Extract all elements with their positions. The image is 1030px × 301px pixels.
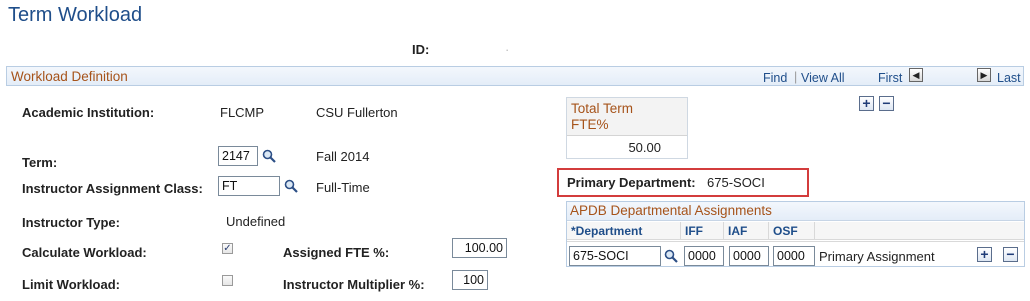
page-title: Term Workload <box>8 4 143 26</box>
instructor-multiplier-label: Instructor Multiplier %: <box>283 277 425 292</box>
table-row: Primary Assignment + − <box>567 241 1024 267</box>
department-lookup-icon[interactable] <box>664 249 678 263</box>
column-header-department: *Department <box>567 222 681 240</box>
calculate-workload-label: Calculate Workload: <box>22 245 147 260</box>
department-input[interactable] <box>569 246 661 266</box>
instructor-type-value: Undefined <box>226 214 286 229</box>
instructor-multiplier-input[interactable] <box>452 270 488 290</box>
view-all-link[interactable]: View All <box>801 71 845 85</box>
calculate-workload-checkbox[interactable]: ✓ <box>222 243 233 254</box>
term-label: Term: <box>22 155 58 170</box>
fte-title: Total Term FTE% <box>571 101 634 132</box>
primary-department-value: 675-SOCI <box>707 175 765 190</box>
assignment-class-label: Instructor Assignment Class: <box>22 181 203 196</box>
fte-value: 50.00 <box>628 140 661 155</box>
limit-workload-label: Limit Workload: <box>22 277 120 292</box>
term-input[interactable] <box>218 146 258 166</box>
column-header-iff: IFF <box>681 222 724 240</box>
id-label: ID: <box>412 42 430 57</box>
instructor-type-label: Instructor Type: <box>22 215 120 230</box>
apdb-grid: APDB Departmental Assignments *Departmen… <box>566 201 1025 267</box>
id-value: · <box>505 42 510 57</box>
add-row-button[interactable]: + <box>859 96 874 111</box>
prev-icon[interactable]: ◀ <box>909 68 923 82</box>
workload-definition-bar: Workload Definition Find | View All Firs… <box>6 66 1024 86</box>
term-lookup-icon[interactable] <box>262 149 276 163</box>
assigned-fte-input[interactable] <box>452 238 507 258</box>
remove-row-button[interactable]: − <box>1003 247 1018 262</box>
first-link[interactable]: First <box>878 71 902 85</box>
fte-header: Total Term FTE% <box>567 98 687 136</box>
assignment-desc: Primary Assignment <box>819 249 935 264</box>
apdb-title: APDB Departmental Assignments <box>570 203 772 218</box>
assignment-class-input[interactable] <box>218 176 280 196</box>
osf-input[interactable] <box>773 246 815 266</box>
column-header-iaf: IAF <box>724 222 769 240</box>
iff-input[interactable] <box>684 246 724 266</box>
remove-row-button[interactable]: − <box>879 96 894 111</box>
term-desc: Fall 2014 <box>316 149 370 164</box>
iaf-input[interactable] <box>729 246 769 266</box>
assigned-fte-label: Assigned FTE %: <box>283 245 390 260</box>
academic-institution-label: Academic Institution: <box>22 105 155 120</box>
limit-workload-checkbox[interactable] <box>222 275 233 286</box>
primary-department-highlight: Primary Department: 675-SOCI <box>557 168 809 197</box>
find-link[interactable]: Find <box>763 71 787 85</box>
assignment-class-desc: Full-Time <box>316 180 370 195</box>
academic-institution-desc: CSU Fullerton <box>316 105 398 120</box>
separator: | <box>794 70 798 84</box>
column-header-blank <box>815 222 1024 240</box>
academic-institution-code: FLCMP <box>220 105 265 120</box>
next-icon[interactable]: ▶ <box>977 68 991 82</box>
add-row-button[interactable]: + <box>977 247 992 262</box>
total-term-fte-box: Total Term FTE% 50.00 <box>566 97 688 159</box>
section-title: Workload Definition <box>11 69 128 84</box>
assignment-class-lookup-icon[interactable] <box>284 179 298 193</box>
column-header-osf: OSF <box>769 222 815 240</box>
apdb-header: APDB Departmental Assignments <box>567 202 1024 221</box>
last-link[interactable]: Last <box>997 71 1021 85</box>
primary-department-label: Primary Department: <box>567 175 696 190</box>
